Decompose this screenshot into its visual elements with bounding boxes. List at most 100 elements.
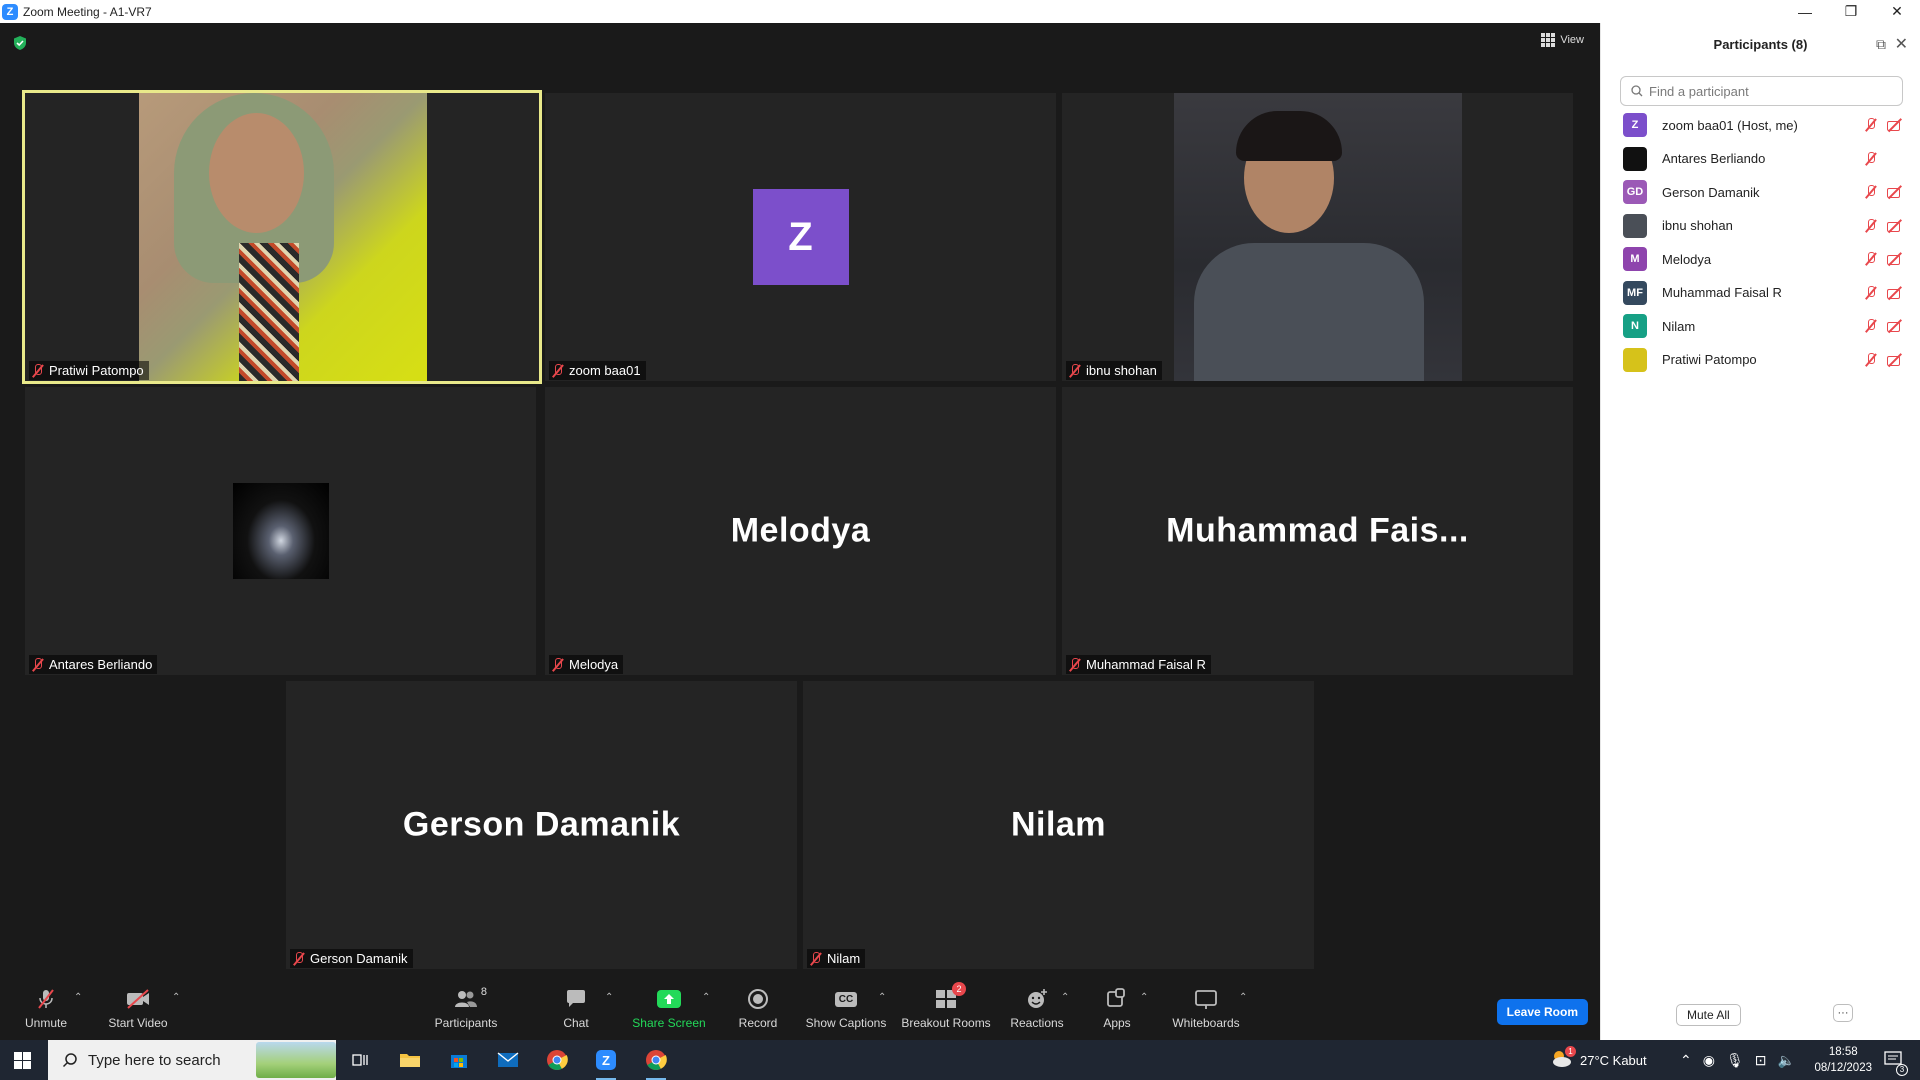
share-screen-button[interactable]: Share Screen xyxy=(632,986,706,1038)
microphone-in-use-icon[interactable]: 🎙 xyxy=(1726,1052,1744,1069)
video-off-icon[interactable] xyxy=(1887,287,1903,299)
mic-muted-icon[interactable] xyxy=(1865,218,1877,233)
close-window-icon[interactable]: ✕ xyxy=(1874,0,1920,23)
video-tile-ibnu-shohan[interactable]: ibnu shohan xyxy=(1062,93,1573,381)
breakout-rooms-icon: 2 xyxy=(934,982,966,1012)
location-icon[interactable]: ◉ xyxy=(1703,1052,1715,1069)
breakout-rooms-button[interactable]: 2 Breakout Rooms xyxy=(900,982,992,1038)
file-explorer-icon[interactable] xyxy=(394,1046,426,1074)
unmute-button[interactable]: Unmute xyxy=(22,986,70,1038)
windows-start-icon[interactable] xyxy=(14,1052,31,1069)
participants-panel: Participants (8) ⧉ ✕ Find a participant … xyxy=(1600,23,1920,1040)
mic-muted-icon[interactable] xyxy=(1865,319,1877,333)
video-tile-muhammad-faisal-r[interactable]: Muhammad Fais... Muhammad Faisal R xyxy=(1062,387,1573,675)
video-off-icon[interactable] xyxy=(1887,253,1903,265)
weather-widget[interactable]: 1 27°C Kabut xyxy=(1550,1040,1647,1080)
participant-avatar xyxy=(1623,347,1647,372)
participant-name: Melodya xyxy=(1662,251,1712,267)
mic-muted-icon[interactable] xyxy=(1865,151,1877,166)
mic-muted-icon[interactable] xyxy=(1865,252,1877,266)
chrome-icon[interactable] xyxy=(541,1046,573,1074)
tile-name-label: Antares Berliando xyxy=(29,655,158,674)
participant-status-icons xyxy=(1865,118,1903,132)
video-off-icon[interactable] xyxy=(1887,220,1903,232)
participant-list-item[interactable]: MF Muhammad Faisal R xyxy=(1623,276,1913,310)
zoom-taskbar-icon[interactable]: Z xyxy=(590,1046,622,1080)
mic-muted-icon xyxy=(552,657,564,672)
show-hidden-icons-chevron-icon[interactable]: ⌃ xyxy=(1680,1052,1692,1069)
tile-name-label: ibnu shohan xyxy=(1066,361,1162,380)
reactions-button[interactable]: Reactions xyxy=(1010,986,1064,1038)
chat-button[interactable]: Chat xyxy=(560,986,592,1038)
restore-icon[interactable]: ❐ xyxy=(1828,0,1874,23)
tile-name-label: Muhammad Faisal R xyxy=(1066,655,1211,674)
zoom-logo-icon: Z xyxy=(2,3,18,20)
captions-options-chevron-icon[interactable]: ⌃ xyxy=(878,992,886,1003)
participant-list-item[interactable]: N Nilam xyxy=(1623,309,1913,343)
more-options-button[interactable]: ··· xyxy=(1833,1004,1853,1022)
chrome-profile-icon[interactable] xyxy=(640,1046,672,1080)
video-tile-gerson-damanik[interactable]: Gerson Damanik Gerson Damanik xyxy=(286,681,797,969)
show-captions-button[interactable]: CC Show Captions xyxy=(805,986,887,1038)
whiteboards-options-chevron-icon[interactable]: ⌃ xyxy=(1239,992,1247,1003)
video-off-icon[interactable] xyxy=(1887,320,1903,332)
close-panel-icon[interactable]: ✕ xyxy=(1895,34,1908,54)
video-off-icon[interactable] xyxy=(1887,354,1903,366)
video-off-icon[interactable] xyxy=(1887,119,1903,131)
taskbar-search-box[interactable]: Type here to search xyxy=(48,1040,336,1080)
video-options-chevron-icon[interactable]: ⌃ xyxy=(172,992,180,1003)
video-tile-zoom-baa01[interactable]: Z zoom baa01 xyxy=(545,93,1056,381)
apps-options-chevron-icon[interactable]: ⌃ xyxy=(1140,992,1148,1003)
meeting-area: View Pratiwi Patompo Z zoom baa01 ibnu s… xyxy=(0,23,1600,982)
minimize-icon[interactable]: — xyxy=(1782,0,1828,23)
audio-options-chevron-icon[interactable]: ⌃ xyxy=(74,992,82,1003)
start-video-button[interactable]: Start Video xyxy=(104,986,172,1038)
participant-avatar: N xyxy=(1623,314,1647,338)
taskbar-clock[interactable]: 18:58 08/12/2023 xyxy=(1814,1044,1872,1076)
notifications-icon[interactable]: 3 xyxy=(1878,1040,1908,1080)
participant-list-item[interactable]: Antares Berliando xyxy=(1623,142,1913,176)
participant-avatar: GD xyxy=(1623,180,1647,204)
mic-muted-icon[interactable] xyxy=(1865,185,1877,199)
record-button[interactable]: Record xyxy=(735,986,781,1038)
video-tile-nilam[interactable]: Nilam Nilam xyxy=(803,681,1314,969)
microsoft-store-icon[interactable] xyxy=(443,1046,475,1074)
video-tile-melodya[interactable]: Melodya Melodya xyxy=(545,387,1056,675)
mic-muted-icon[interactable] xyxy=(1865,352,1877,367)
network-icon[interactable]: ⊡ xyxy=(1755,1052,1767,1069)
participant-list-item[interactable]: M Melodya xyxy=(1623,242,1913,276)
leave-room-button[interactable]: Leave Room xyxy=(1496,999,1588,1025)
mic-muted-icon[interactable] xyxy=(1865,285,1877,300)
share-options-chevron-icon[interactable]: ⌃ xyxy=(702,992,710,1003)
participant-status-icons xyxy=(1865,218,1903,233)
mute-all-button[interactable]: Mute All xyxy=(1676,1004,1741,1026)
system-tray: ⌃ ◉ 🎙 ⊡ 🔈 xyxy=(1680,1040,1795,1080)
mic-muted-icon xyxy=(293,951,305,966)
apps-button[interactable]: Apps xyxy=(1100,986,1134,1038)
weather-text: 27°C Kabut xyxy=(1580,1052,1647,1068)
chat-options-chevron-icon[interactable]: ⌃ xyxy=(605,992,613,1003)
reactions-options-chevron-icon[interactable]: ⌃ xyxy=(1061,992,1069,1003)
find-participant-input[interactable]: Find a participant xyxy=(1620,76,1903,106)
video-tile-pratiwi-patompo[interactable]: Pratiwi Patompo xyxy=(22,90,542,384)
mail-icon[interactable] xyxy=(492,1046,524,1074)
mic-muted-icon[interactable] xyxy=(1865,118,1877,132)
participant-list-item[interactable]: GD Gerson Damanik xyxy=(1623,175,1913,209)
participant-list-item[interactable]: Zzoom baa01 (Host, me) xyxy=(1623,108,1913,142)
search-icon xyxy=(1631,85,1643,97)
closed-captions-icon: CC xyxy=(834,986,858,1012)
volume-icon[interactable]: 🔈 xyxy=(1777,1052,1794,1069)
microphone-muted-icon xyxy=(34,986,58,1012)
video-tile-antares-berliando[interactable]: Antares Berliando xyxy=(25,387,536,675)
search-highlight-illustration xyxy=(256,1042,336,1078)
participants-button[interactable]: 8 Participants xyxy=(432,986,500,1038)
task-view-icon[interactable] xyxy=(344,1046,376,1074)
participant-list-item[interactable]: ibnu shohan xyxy=(1623,209,1913,243)
view-button[interactable]: View xyxy=(1541,33,1584,47)
participant-avatar xyxy=(1623,213,1647,238)
participant-list-item[interactable]: Pratiwi Patompo xyxy=(1623,343,1913,377)
whiteboards-button[interactable]: Whiteboards xyxy=(1170,986,1242,1038)
encryption-shield-icon[interactable] xyxy=(12,35,28,51)
pop-out-icon[interactable]: ⧉ xyxy=(1876,36,1886,53)
video-off-icon[interactable] xyxy=(1887,186,1903,198)
